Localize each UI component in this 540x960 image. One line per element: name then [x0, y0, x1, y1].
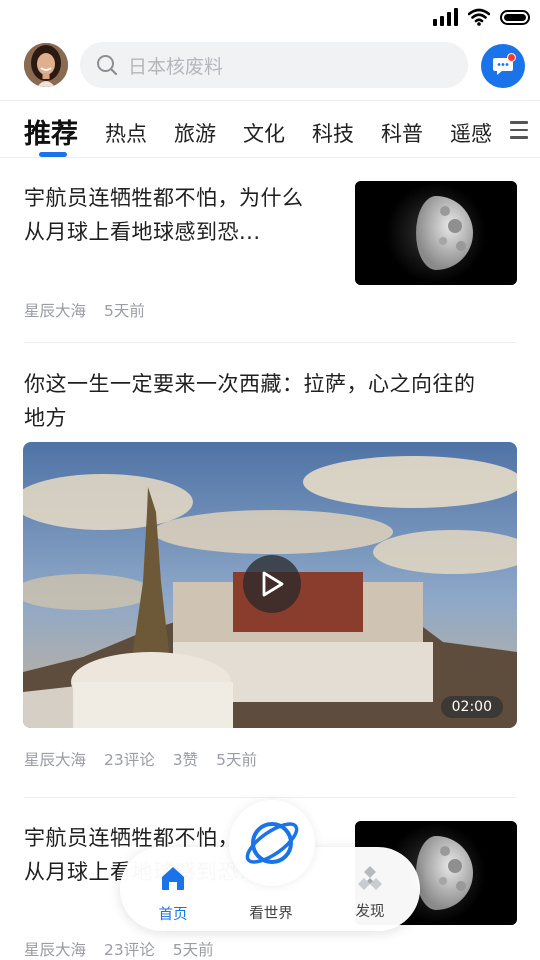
nav-discover-label: 发现: [355, 904, 385, 920]
divider: [24, 797, 516, 798]
article-meta: 星辰大海 5天前: [24, 299, 145, 321]
article-title: 宇航员连牺牲都不怕，为什么 从月球上看地球感到恐...: [24, 186, 304, 244]
nav-home-label: 首页: [158, 907, 188, 923]
discover-icon: [358, 866, 382, 890]
message-button[interactable]: [481, 44, 525, 88]
signal-icon: [433, 8, 458, 26]
world-button[interactable]: [229, 800, 315, 886]
nav-world-label: 看世界: [249, 906, 293, 922]
status-bar: [0, 0, 540, 36]
divider: [24, 342, 516, 343]
article-source: 星辰大海: [24, 941, 87, 959]
article-time: 5天前: [104, 302, 145, 320]
article-thumbnail: [355, 181, 517, 285]
article-comments: 23评论: [104, 941, 155, 959]
article-comments: 23评论: [104, 751, 155, 769]
tab-hot[interactable]: 热点: [105, 118, 147, 148]
article-source: 星辰大海: [24, 751, 87, 769]
article-time: 5天前: [216, 751, 257, 769]
article-meta: 星辰大海 23评论 5天前: [24, 938, 214, 960]
tab-tech[interactable]: 科技: [312, 118, 354, 148]
search-icon: [97, 55, 118, 76]
article-source: 星辰大海: [24, 302, 87, 320]
home-icon: [162, 867, 184, 890]
article-likes: 3赞: [172, 751, 199, 769]
globe-icon: [245, 822, 299, 864]
category-tabs: 推荐 热点 旅游 文化 科技 科普 遥感: [0, 100, 540, 158]
tab-remote-sensing[interactable]: 遥感: [450, 118, 492, 148]
header: 日本核废料: [0, 40, 540, 90]
play-icon: [262, 571, 284, 597]
search-bar[interactable]: 日本核废料: [80, 42, 468, 88]
article-time: 5天前: [172, 941, 214, 959]
search-placeholder: 日本核废料: [128, 55, 224, 78]
nav-home[interactable]: 首页: [133, 847, 213, 931]
video-duration: 02:00: [440, 696, 503, 718]
nav-discover[interactable]: 发现: [330, 847, 410, 931]
menu-icon[interactable]: [510, 121, 528, 144]
video-thumbnail[interactable]: 02:00: [23, 442, 517, 728]
tab-culture[interactable]: 文化: [243, 118, 285, 148]
article-title: 你这一生一定要来一次西藏：拉萨，心之向往的 地方: [24, 372, 476, 430]
play-button[interactable]: [243, 555, 301, 613]
active-tab-indicator: [39, 152, 67, 157]
tab-recommend[interactable]: 推荐: [24, 112, 78, 151]
article-meta: 星辰大海 23评论 3赞 5天前: [24, 748, 257, 770]
battery-icon: [500, 9, 530, 25]
notification-dot: [507, 53, 516, 62]
tab-science[interactable]: 科普: [381, 118, 423, 148]
tab-travel[interactable]: 旅游: [174, 118, 216, 148]
avatar[interactable]: [24, 43, 68, 87]
wifi-icon: [468, 8, 490, 26]
